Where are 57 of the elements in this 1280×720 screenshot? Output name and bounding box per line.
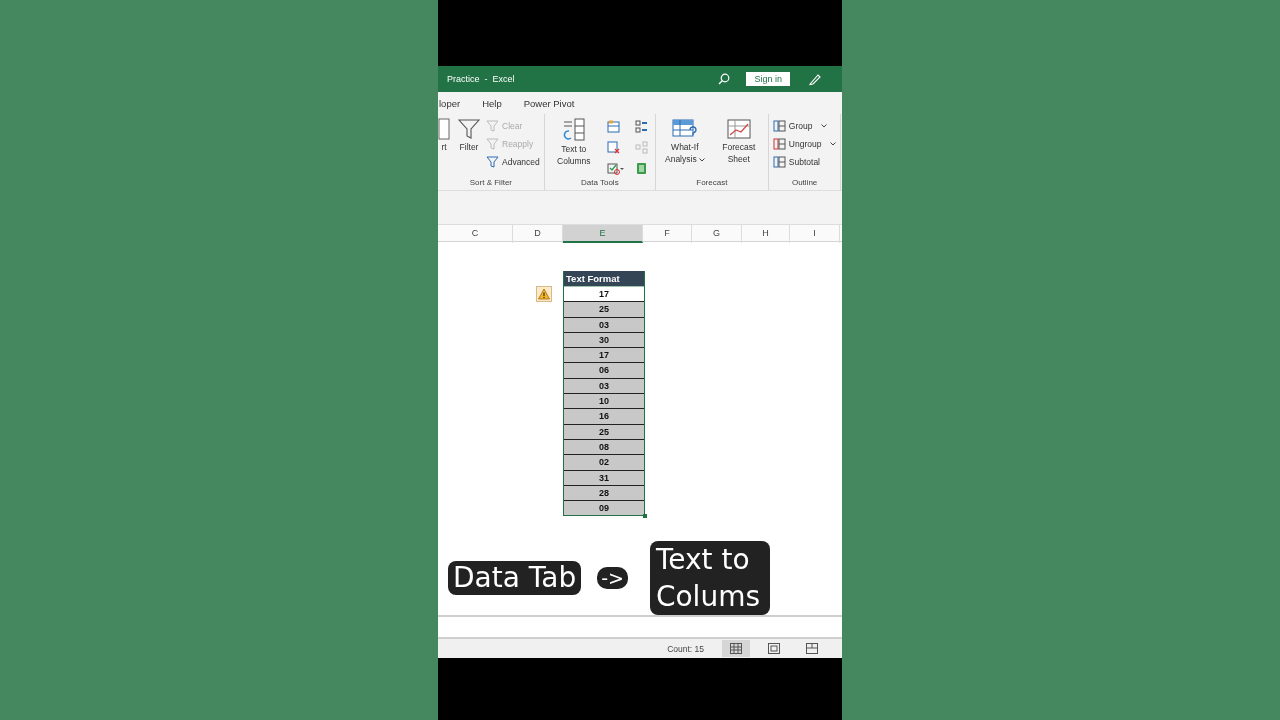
group-icon bbox=[772, 137, 786, 150]
group-icon bbox=[772, 155, 786, 168]
forecast-sheet-button[interactable]: Forecast Sheet bbox=[713, 118, 764, 178]
column-header[interactable]: G bbox=[692, 225, 742, 243]
what-if-icon bbox=[671, 118, 698, 140]
pen-icon[interactable] bbox=[808, 72, 822, 86]
data-validation-icon[interactable] bbox=[606, 162, 624, 175]
column-header[interactable]: I bbox=[790, 225, 840, 243]
ribbon-tab[interactable]: loper bbox=[439, 95, 461, 111]
forecast-chart-icon bbox=[725, 118, 752, 140]
table-header: Text Format bbox=[564, 271, 644, 286]
caption: Text to Colums bbox=[649, 541, 770, 616]
table-cell[interactable]: 10 bbox=[564, 393, 644, 409]
text-to-columns-button[interactable]: Text to Columns bbox=[548, 118, 599, 178]
flash-fill-icon[interactable] bbox=[606, 120, 620, 133]
funnel-icon bbox=[486, 137, 499, 150]
funnel-icon bbox=[486, 155, 499, 168]
ribbon-command[interactable]: Ungroup bbox=[772, 136, 837, 151]
ribbon-tab[interactable]: Power Pivot bbox=[523, 95, 575, 111]
ribbon-tab[interactable]: Help bbox=[482, 95, 502, 111]
column-header[interactable]: H bbox=[742, 225, 790, 243]
caption-arrow: -> bbox=[597, 567, 628, 590]
ribbon-command[interactable]: Group bbox=[772, 118, 837, 133]
view-icon bbox=[730, 643, 742, 655]
group-label: Sort & Filter bbox=[468, 178, 513, 189]
what-if-analysis-button[interactable]: What-If Analysis bbox=[659, 118, 710, 178]
normal-view-icon[interactable] bbox=[722, 640, 750, 658]
ribbon-command[interactable]: Advanced bbox=[486, 154, 540, 169]
funnel-icon bbox=[458, 118, 480, 140]
group-label: Forecast bbox=[695, 178, 729, 189]
caption: Data Tab bbox=[448, 561, 582, 596]
sign-in-button[interactable]: Sign in bbox=[746, 72, 790, 86]
column-header[interactable]: C bbox=[438, 225, 513, 243]
sort-button[interactable]: rt bbox=[438, 118, 452, 178]
window-title: Practice - Excel bbox=[447, 74, 516, 84]
warning-icon[interactable] bbox=[536, 286, 552, 302]
view-icon bbox=[806, 643, 818, 655]
group-label: Outline bbox=[790, 178, 819, 189]
table-cell[interactable]: 09 bbox=[564, 500, 644, 516]
count-text: Count: 15 bbox=[667, 643, 704, 654]
group-label: Data Tools bbox=[580, 178, 620, 189]
remove-duplicates-icon[interactable] bbox=[606, 141, 620, 154]
view-icon bbox=[768, 643, 780, 655]
table-cell[interactable]: 06 bbox=[564, 362, 644, 378]
table-cell[interactable]: 16 bbox=[564, 408, 644, 424]
group-icon bbox=[772, 119, 786, 132]
funnel-icon bbox=[486, 119, 499, 132]
data-model-icon[interactable] bbox=[634, 162, 648, 175]
ribbon-command[interactable]: Subtotal bbox=[772, 154, 837, 169]
column-header[interactable]: E bbox=[563, 225, 643, 243]
column-header[interactable]: F bbox=[643, 225, 692, 243]
table-cell[interactable]: 17 bbox=[564, 347, 644, 363]
table-cell[interactable]: 25 bbox=[564, 301, 644, 317]
split-icon[interactable] bbox=[634, 120, 648, 133]
filter-button[interactable]: Filter bbox=[456, 118, 482, 178]
table-cell[interactable]: 02 bbox=[564, 454, 644, 470]
search-icon[interactable] bbox=[718, 73, 731, 85]
